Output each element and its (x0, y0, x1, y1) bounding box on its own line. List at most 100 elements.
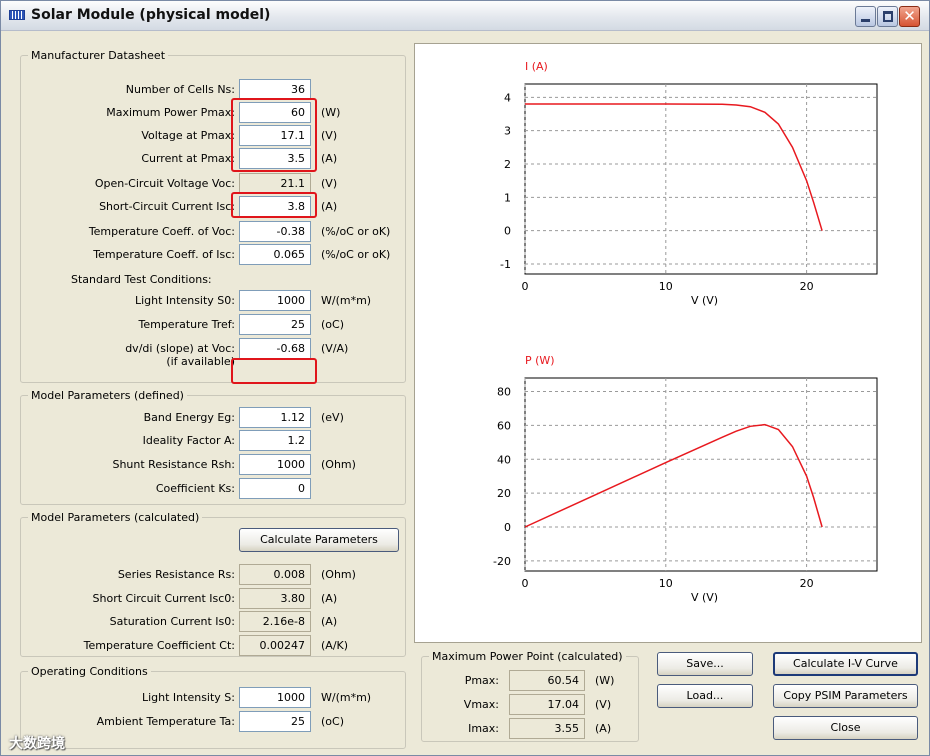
maximize-icon (883, 11, 893, 22)
manufacturer-datasheet-group: Manufacturer Datasheet (20, 49, 406, 383)
dvdi-value-field[interactable]: -0.68 (239, 338, 311, 359)
mpp-pmax-value-field: 60.54 (509, 670, 585, 691)
pmax-unit: (W) (321, 106, 341, 119)
ct-value-field: 0.00247 (239, 635, 311, 656)
manufacturer-datasheet-legend: Manufacturer Datasheet (31, 49, 166, 62)
voc-unit: (V) (321, 177, 338, 190)
isc-value-field[interactable]: 3.8 (239, 196, 311, 217)
ambient-ta-value-field[interactable]: 25 (239, 711, 311, 732)
isc-unit: (A) (321, 200, 338, 213)
eg-unit: (eV) (321, 411, 344, 424)
iv-ytick-label: 0 (504, 225, 511, 238)
pv-xtick-label: 0 (522, 577, 529, 590)
dvdi-label: dv/di (slope) at Voc: (125, 342, 235, 355)
rsh-unit: (Ohm) (321, 458, 356, 471)
calculate-iv-curve-button[interactable]: Calculate I-V Curve (773, 652, 918, 676)
tc-voc-label: Temperature Coeff. of Voc: (88, 225, 235, 238)
copy-psim-parameters-button[interactable]: Copy PSIM Parameters (773, 684, 918, 708)
close-window-button[interactable]: ✕ (899, 6, 920, 27)
ct-label: Temperature Coefficient Ct: (83, 639, 235, 652)
solar-module-window: Solar Module (physical model) ✕ Manufact… (0, 0, 930, 756)
watermark-text: 大数跨境 (9, 736, 65, 752)
mpp-imax-label: Imax: (468, 722, 499, 735)
maximize-button[interactable] (877, 6, 898, 27)
minimize-button[interactable] (855, 6, 876, 27)
plot-panel: 4 3 2 1 0 -1 0 10 20 I (A) V (V) 80 60 40 20 0 -20 0 10 20 P… (414, 43, 922, 643)
operating-conditions-group: Operating Conditions (20, 665, 406, 749)
pv-ytick-label: -20 (493, 555, 511, 568)
light-s0-value-field[interactable]: 1000 (239, 290, 311, 311)
tref-unit: (oC) (321, 318, 344, 331)
iv-ytick-label: 4 (504, 91, 511, 104)
window-title: Solar Module (physical model) (31, 7, 271, 23)
iv-xaxis-label: V (V) (691, 294, 718, 307)
tc-voc-unit: (%/oC or oK) (321, 225, 391, 238)
dvdi-unit: (V/A) (321, 342, 349, 355)
ipmax-value-field[interactable]: 3.5 (239, 148, 311, 169)
light-s-value-field[interactable]: 1000 (239, 687, 311, 708)
ks-value-field[interactable]: 0 (239, 478, 311, 499)
ambient-ta-label: Ambient Temperature Ta: (96, 715, 235, 728)
stc-label: Standard Test Conditions: (71, 273, 212, 286)
pmax-value-field[interactable]: 60 (239, 102, 311, 123)
tref-label: Temperature Tref: (138, 318, 235, 331)
isc0-label: Short Circuit Current Isc0: (92, 592, 235, 605)
iv-pv-plots: 43210-10 10 20I (A)V (V)806040200-200 10 20P… (493, 60, 878, 604)
if-available-label: (if available) (166, 355, 235, 368)
ambient-ta-unit: (oC) (321, 715, 344, 728)
cells-ns-value-field[interactable]: 36 (239, 79, 311, 100)
tc-isc-unit: (%/oC or oK) (321, 248, 391, 261)
calculate-parameters-button[interactable]: Calculate Parameters (239, 528, 399, 552)
ideality-a-label: Ideality Factor A: (142, 434, 235, 447)
save-button[interactable]: Save... (657, 652, 753, 676)
iv-ytick-label: 1 (504, 191, 511, 204)
iv-xtick-label: 10 (659, 280, 673, 293)
ks-label: Coefficient Ks: (155, 482, 235, 495)
mpp-vmax-value-field: 17.04 (509, 694, 585, 715)
iv-xtick-label: 0 (522, 280, 529, 293)
mpp-pmax-label: Pmax: (464, 674, 499, 687)
mpp-vmax-unit: (V) (595, 698, 612, 711)
minimize-icon (861, 19, 870, 22)
rs-value-field: 0.008 (239, 564, 311, 585)
operating-conditions-legend: Operating Conditions (31, 665, 148, 678)
voc-value-field: 21.1 (239, 173, 311, 194)
light-s-unit: W/(m*m) (321, 691, 372, 704)
pv-ytick-label: 40 (497, 453, 511, 466)
pv-ytick-label: 60 (497, 419, 511, 432)
close-button[interactable]: Close (773, 716, 918, 740)
pv-ytick-label: 80 (497, 386, 511, 399)
eg-value-field[interactable]: 1.12 (239, 407, 311, 428)
ipmax-label: Current at Pmax: (141, 152, 235, 165)
tref-value-field[interactable]: 25 (239, 314, 311, 335)
isc-label: Short-Circuit Current Isc: (99, 200, 235, 213)
pv-ytick-label: 20 (497, 487, 511, 500)
app-icon (9, 10, 25, 20)
rsh-value-field[interactable]: 1000 (239, 454, 311, 475)
pv-xaxis-label: V (V) (691, 591, 718, 604)
light-s-label: Light Intensity S: (141, 691, 235, 704)
tc-isc-value-field[interactable]: 0.065 (239, 244, 311, 265)
is0-unit: (A) (321, 615, 338, 628)
pmax-label: Maximum Power Pmax: (106, 106, 235, 119)
iv-ytick-label: -1 (500, 258, 511, 271)
tc-isc-label: Temperature Coeff. of Isc: (93, 248, 235, 261)
mpp-pmax-unit: (W) (595, 674, 615, 687)
pv-chart-title: P (W) (525, 354, 555, 367)
mpp-vmax-label: Vmax: (463, 698, 499, 711)
vpmax-value-field[interactable]: 17.1 (239, 125, 311, 146)
light-s0-unit: W/(m*m) (321, 294, 372, 307)
pv-xtick-label: 20 (800, 577, 814, 590)
title-bar[interactable]: Solar Module (physical model) ✕ (1, 1, 929, 31)
tc-voc-value-field[interactable]: -0.38 (239, 221, 311, 242)
iv-ytick-label: 3 (504, 125, 511, 138)
is0-value-field: 2.16e-8 (239, 611, 311, 632)
ideality-a-value-field[interactable]: 1.2 (239, 430, 311, 451)
isc0-value-field: 3.80 (239, 588, 311, 609)
is0-label: Saturation Current Is0: (109, 615, 235, 628)
rs-label: Series Resistance Rs: (117, 568, 235, 581)
load-button[interactable]: Load... (657, 684, 753, 708)
iv-xtick-label: 20 (800, 280, 814, 293)
model-defined-legend: Model Parameters (defined) (31, 389, 184, 402)
mpp-legend: Maximum Power Point (calculated) (432, 650, 623, 663)
